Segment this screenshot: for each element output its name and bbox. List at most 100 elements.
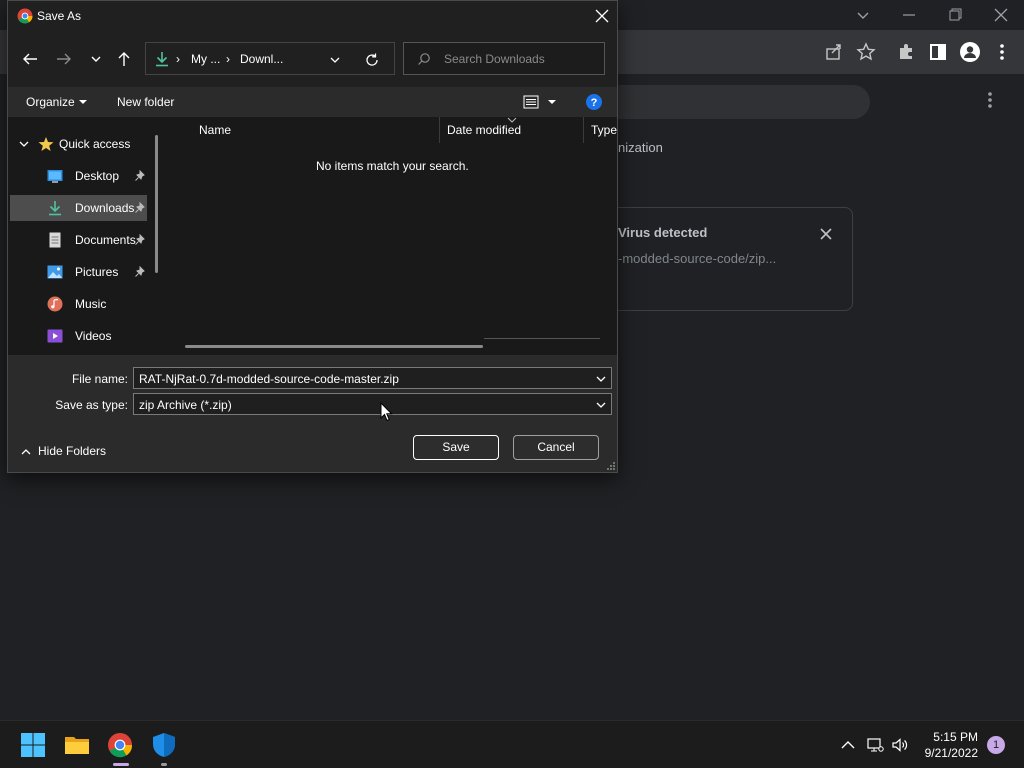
column-header-date-modified[interactable]: Date modified [447, 123, 521, 137]
page-menu-icon[interactable] [980, 88, 1000, 112]
pin-icon[interactable] [134, 202, 146, 214]
up-arrow-icon[interactable] [113, 48, 135, 70]
view-chevron-icon[interactable] [547, 98, 557, 106]
search-placeholder: Search Downloads [444, 52, 545, 66]
volume-icon[interactable] [891, 736, 909, 754]
network-icon[interactable] [866, 736, 884, 754]
nav-label: Documents [75, 233, 136, 247]
empty-message: No items match your search. [316, 159, 469, 173]
bookmark-star-icon[interactable] [854, 40, 878, 64]
tab-search-icon[interactable] [851, 4, 875, 26]
navigation-bar: › My ... › Downl... Search Downloads [8, 32, 617, 87]
address-dropdown-icon[interactable] [328, 53, 342, 67]
nav-item-videos[interactable]: Videos [10, 323, 147, 349]
new-folder-button[interactable]: New folder [117, 95, 174, 109]
forward-arrow-icon[interactable] [53, 48, 75, 70]
save-as-dialog: Save As › My ... › Downl... Search Downl… [7, 0, 618, 473]
file-name-field[interactable]: RAT-NjRat-0.7d-modded-source-code-master… [133, 367, 612, 389]
nav-label: Music [75, 297, 107, 311]
column-header-name[interactable]: Name [199, 123, 231, 137]
column-header-type[interactable]: Type [591, 123, 617, 137]
nav-item-music[interactable]: Music [10, 291, 147, 317]
nav-scrollbar[interactable] [155, 135, 158, 273]
file-name-value[interactable]: RAT-NjRat-0.7d-modded-source-code-master… [139, 372, 399, 386]
nav-label: Videos [75, 329, 112, 343]
download-folder-icon [154, 51, 170, 67]
nav-item-desktop[interactable]: Desktop [10, 163, 147, 189]
minimize-icon[interactable] [897, 4, 921, 26]
dialog-titlebar[interactable]: Save As [8, 1, 617, 32]
star-icon [38, 136, 54, 152]
save-type-value: zip Archive (*.zip) [139, 398, 232, 412]
save-type-select[interactable]: zip Archive (*.zip) [133, 393, 612, 415]
downloads-search-bar[interactable] [616, 85, 870, 119]
file-explorer-icon[interactable] [64, 732, 90, 758]
organize-chevron-icon[interactable] [78, 98, 88, 106]
cancel-button[interactable]: Cancel [513, 435, 599, 460]
column-divider[interactable] [439, 117, 440, 143]
windows-security-icon[interactable] [151, 732, 177, 758]
search-input[interactable]: Search Downloads [403, 42, 605, 75]
clock-date[interactable]: 9/21/2022 [914, 746, 978, 760]
restore-icon[interactable] [943, 4, 967, 26]
file-list-pane[interactable]: Name Date modified Type No items match y… [166, 117, 617, 355]
documents-icon [47, 232, 63, 248]
pin-icon[interactable] [134, 266, 146, 278]
browser-close-icon[interactable] [989, 4, 1013, 26]
column-divider[interactable] [583, 117, 584, 143]
nav-item-documents[interactable]: Documents [10, 227, 147, 253]
warning-close-icon[interactable] [816, 224, 836, 244]
nav-label: Downloads [75, 201, 135, 215]
pictures-icon [47, 264, 63, 280]
breadcrumb-separator-icon: › [226, 52, 230, 66]
show-hidden-icons-chevron-icon[interactable] [839, 736, 857, 754]
nav-item-pictures[interactable]: Pictures [10, 259, 147, 285]
help-icon[interactable]: ? [586, 94, 602, 110]
dialog-close-icon[interactable] [592, 6, 612, 26]
taskbar: 5:15 PM 9/21/2022 1 [0, 720, 1024, 768]
warning-title: Virus detected [618, 225, 708, 240]
view-options-icon[interactable] [523, 94, 539, 110]
refresh-icon[interactable] [363, 51, 381, 69]
mouse-cursor-icon [380, 402, 394, 422]
chevron-up-icon [20, 446, 32, 458]
download-icon [47, 200, 63, 216]
warning-file-name[interactable]: -modded-source-code/zip... [618, 251, 776, 266]
horizontal-scrollbar[interactable] [185, 345, 483, 348]
save-options-panel: File name: RAT-NjRat-0.7d-modded-source-… [8, 355, 617, 472]
extensions-icon[interactable] [894, 40, 918, 64]
pin-icon[interactable] [134, 170, 146, 182]
organization-text: nization [618, 140, 663, 155]
back-arrow-icon[interactable] [19, 48, 41, 70]
nav-label: Pictures [75, 265, 119, 279]
save-type-label: Save as type: [55, 398, 128, 412]
hide-folders-button[interactable]: Hide Folders [20, 443, 130, 461]
navigation-pane[interactable]: Quick access Desktop Downloads Documents… [8, 117, 166, 355]
breadcrumb-item[interactable]: Downl... [240, 52, 283, 66]
share-icon[interactable] [822, 40, 846, 64]
file-name-dropdown-icon[interactable] [595, 373, 607, 385]
save-button[interactable]: Save [413, 435, 499, 460]
side-panel-icon[interactable] [926, 40, 950, 64]
resize-grip-icon[interactable] [606, 461, 616, 471]
videos-icon [47, 328, 63, 344]
scroll-track [484, 338, 600, 339]
nav-item-quick-access[interactable]: Quick access [10, 131, 147, 157]
organize-menu[interactable]: Organize [26, 95, 75, 109]
nav-item-downloads[interactable]: Downloads [10, 195, 147, 221]
windows-start-icon[interactable] [20, 732, 46, 758]
breadcrumb-separator-icon: › [176, 52, 180, 66]
notification-badge[interactable]: 1 [987, 736, 1005, 754]
hide-folders-label: Hide Folders [38, 444, 107, 458]
expand-chevron-icon[interactable] [18, 139, 30, 149]
pin-icon[interactable] [134, 234, 146, 246]
clock-time[interactable]: 5:15 PM [924, 730, 978, 744]
profile-icon[interactable] [958, 40, 982, 64]
chrome-taskbar-icon[interactable] [107, 732, 133, 758]
chrome-menu-icon[interactable] [990, 40, 1014, 64]
nav-label: Desktop [75, 169, 120, 183]
recent-locations-chevron-icon[interactable] [85, 48, 107, 70]
address-bar[interactable]: › My ... › Downl... [145, 42, 395, 75]
breadcrumb-item[interactable]: My ... [191, 52, 220, 66]
save-type-dropdown-icon[interactable] [595, 399, 607, 411]
